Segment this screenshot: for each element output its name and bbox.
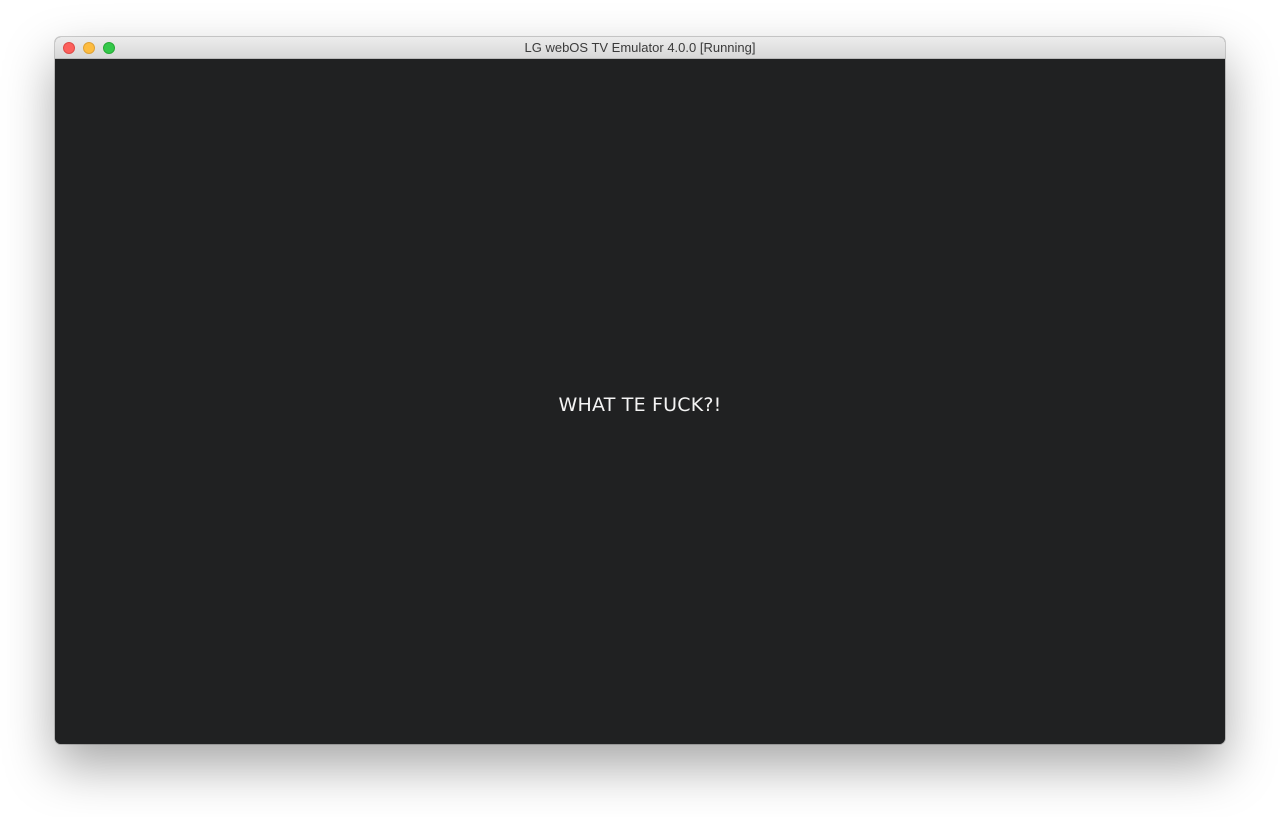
screen-message: WHAT TE FUCK?! [558,394,722,416]
tv-screen[interactable]: WHAT TE FUCK?! [55,59,1225,744]
title-bar[interactable]: LG webOS TV Emulator 4.0.0 [Running] [55,37,1225,59]
emulator-window: LG webOS TV Emulator 4.0.0 [Running] WHA… [55,37,1225,744]
window-title: LG webOS TV Emulator 4.0.0 [Running] [524,40,756,55]
